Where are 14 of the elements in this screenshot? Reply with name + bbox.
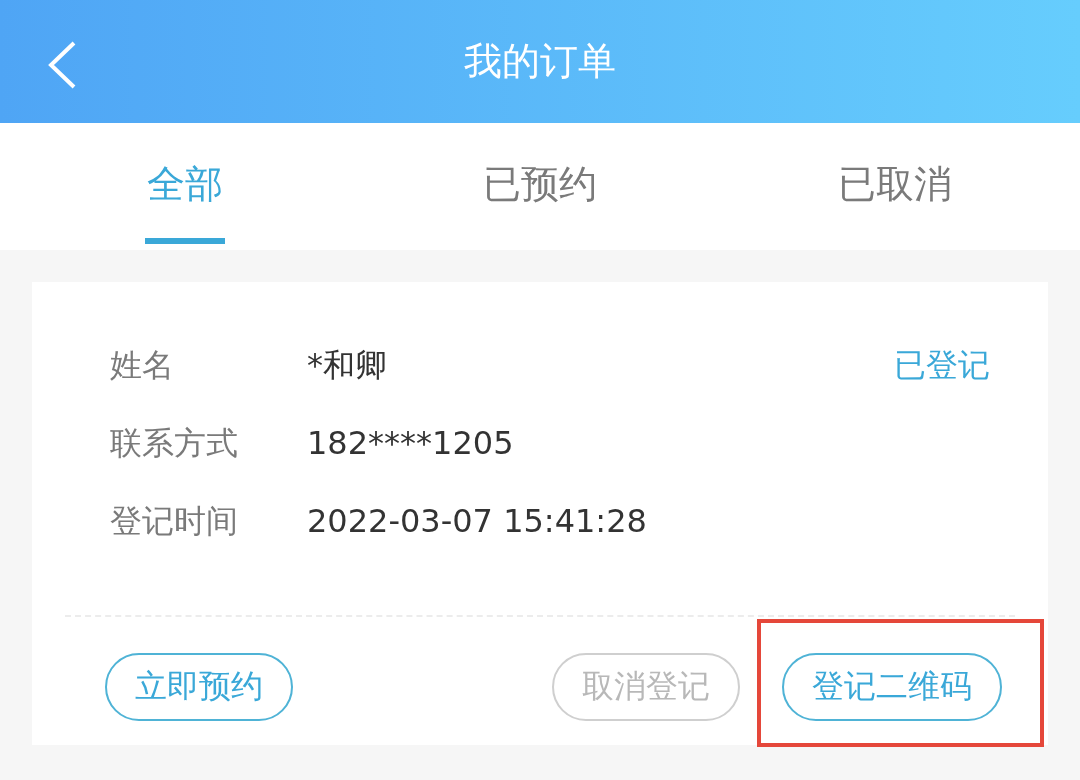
action-button[interactable]: 登记二维码 — [782, 653, 1002, 721]
field-value: 2022-03-07 15:41:28 — [307, 501, 647, 542]
status-label: 已登记 — [894, 345, 990, 386]
field-label: 登记时间 — [110, 501, 239, 542]
field-label: 联系方式 — [110, 423, 239, 464]
field-value: *和卿 — [307, 345, 387, 386]
tab[interactable]: 已取消 — [717, 123, 1072, 250]
page-title: 我的订单 — [464, 38, 616, 85]
back-icon[interactable] — [46, 40, 78, 90]
field-label: 姓名 — [110, 345, 175, 386]
field-value: 182****1205 — [307, 423, 514, 464]
action-button[interactable]: 立即预约 — [105, 653, 293, 721]
tab[interactable]: 全部 — [8, 123, 363, 250]
tab[interactable]: 已预约 — [362, 123, 718, 250]
